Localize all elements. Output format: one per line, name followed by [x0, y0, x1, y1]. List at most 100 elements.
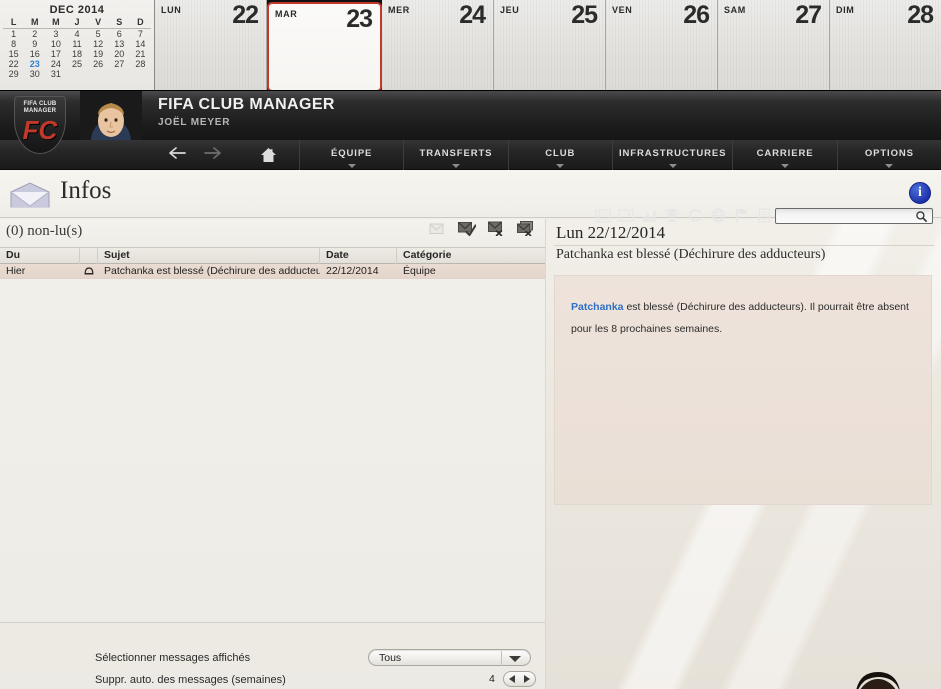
day-column-mer[interactable]: MER 24: [382, 0, 494, 90]
calendar-day-16[interactable]: 16: [24, 49, 45, 59]
dropdown-divider: [501, 651, 502, 666]
mark-read-icon[interactable]: [458, 221, 477, 241]
calendar-day-13[interactable]: 13: [109, 39, 130, 49]
info-button[interactable]: i: [909, 182, 931, 204]
nav-item-label: INFRASTRUCTURES: [618, 147, 727, 159]
back-arrow-icon[interactable]: [168, 146, 188, 165]
nav-item-options[interactable]: OPTIONS: [836, 140, 941, 170]
envelope-icon: [8, 180, 52, 215]
autodelete-stepper[interactable]: [503, 671, 536, 687]
column-header-flag[interactable]: [80, 247, 98, 264]
document-icon[interactable]: [755, 207, 773, 224]
nav-item-quipe[interactable]: ÉQUIPE: [299, 140, 403, 170]
calendar-day-20[interactable]: 20: [109, 49, 130, 59]
trophy-icon[interactable]: [663, 207, 681, 224]
logo-text: FIFA CLUB MANAGER: [23, 101, 57, 114]
calendar-day-18[interactable]: 18: [66, 49, 87, 59]
column-header-category[interactable]: Catégorie: [397, 247, 545, 264]
main-navigation: ÉQUIPE TRANSFERTS CLUB INFRASTRUCTURES CARRI…: [0, 140, 941, 170]
delete-all-messages-icon[interactable]: [517, 221, 535, 241]
day-column-lun[interactable]: LUN 22: [155, 0, 267, 90]
chevron-down-icon: [781, 164, 790, 168]
calendar-weekday-5: S: [108, 17, 130, 29]
mark-unread-icon[interactable]: [429, 222, 446, 241]
search-box[interactable]: [775, 208, 933, 227]
chevron-down-icon: [451, 164, 460, 168]
arrow-left-icon[interactable]: [508, 675, 515, 683]
unread-count-label: (0) non-lu(s): [6, 223, 83, 239]
calendar-day-28[interactable]: 28: [130, 59, 151, 69]
nav-item-club[interactable]: CLUB: [507, 140, 612, 170]
calendar-day-30[interactable]: 30: [24, 69, 45, 79]
column-header-from[interactable]: Du: [0, 247, 80, 264]
calendar-day-22[interactable]: 22: [3, 59, 24, 69]
messages-table-header: Du Sujet Date Catégorie: [0, 247, 545, 264]
bar-chart-icon[interactable]: [640, 207, 658, 224]
calendar-day-6[interactable]: 6: [109, 29, 130, 40]
calendar-day-8[interactable]: 8: [3, 39, 24, 49]
nav-item-infrastructures[interactable]: INFRASTRUCTURES: [611, 140, 732, 170]
page-body: Infos i (0) non-lu(s) Du Sujet Date Caté…: [0, 170, 941, 689]
messages-panel: (0) non-lu(s) Du Sujet Date Catégorie Hi…: [0, 219, 545, 689]
calendar-day-15[interactable]: 15: [3, 49, 24, 59]
panel-divider: [0, 622, 545, 623]
calendar-day-7[interactable]: 7: [130, 29, 151, 40]
day-column-dim[interactable]: DIM 28: [830, 0, 941, 90]
calendar-day-26[interactable]: 26: [88, 59, 109, 69]
nav-item-transferts[interactable]: TRANSFERTS: [403, 140, 507, 170]
calendar-day-3[interactable]: 3: [45, 29, 66, 40]
calendar-day-empty: [130, 69, 151, 79]
calendar-weekday-2: M: [45, 17, 67, 29]
calendar-day-27[interactable]: 27: [109, 59, 130, 69]
globe-icon[interactable]: [709, 207, 727, 224]
calendar-day-25[interactable]: 25: [66, 59, 87, 69]
flag-icon[interactable]: [732, 207, 750, 224]
day-column-jeu[interactable]: JEU 25: [494, 0, 606, 90]
column-header-date[interactable]: Date: [320, 247, 397, 264]
news-table-icon[interactable]: [594, 207, 612, 224]
calendar-weekday-header: LMMJVSD: [3, 17, 151, 29]
calendar-day-2[interactable]: 2: [24, 29, 45, 40]
mini-calendar[interactable]: DEC 2014 LMMJVSD 1 2 3 4 5 6 7 8 9 10 11 12 13 14 15 16…: [0, 0, 155, 90]
manager-name: JOËL MEYER: [158, 117, 231, 128]
game-title: FIFA CLUB MANAGER: [158, 96, 335, 113]
day-number-label: 28: [907, 1, 934, 29]
calendar-day-5[interactable]: 5: [88, 29, 109, 40]
calendar-day-23[interactable]: 23: [24, 59, 45, 69]
screen-icon[interactable]: [617, 207, 635, 224]
day-column-ven[interactable]: VEN 26: [606, 0, 718, 90]
forward-arrow-icon[interactable]: [202, 146, 222, 165]
delete-message-icon[interactable]: [488, 221, 505, 241]
row-from: Hier: [6, 264, 26, 277]
column-header-subject[interactable]: Sujet: [98, 247, 320, 264]
calendar-day-11[interactable]: 11: [66, 39, 87, 49]
calendar-days-body[interactable]: 1 2 3 4 5 6 7 8 9 10 11 12 13 14 15 16 17 18 19 20 21 22 23 24 2…: [3, 29, 151, 79]
circular-arrow-icon[interactable]: [686, 207, 704, 224]
player-link[interactable]: Patchanka: [571, 301, 624, 313]
search-icon: [915, 210, 928, 228]
calendar-day-9[interactable]: 9: [24, 39, 45, 49]
arrow-right-icon[interactable]: [524, 675, 531, 683]
calendar-day-17[interactable]: 17: [45, 49, 66, 59]
calendar-day-21[interactable]: 21: [130, 49, 151, 59]
calendar-day-31[interactable]: 31: [45, 69, 66, 79]
calendar-day-10[interactable]: 10: [45, 39, 66, 49]
header-toolbar: [594, 207, 773, 224]
calendar-day-12[interactable]: 12: [88, 39, 109, 49]
table-row[interactable]: Hier Patchanka est blessé (Déchirure des …: [0, 264, 545, 279]
calendar-day-14[interactable]: 14: [130, 39, 151, 49]
player-card[interactable]: Patchanka AC; 47; 25 ★★★★★: [821, 664, 936, 689]
home-icon[interactable]: [238, 140, 299, 170]
day-column-sam[interactable]: SAM 27: [718, 0, 830, 90]
day-column-mar[interactable]: MAR 23: [267, 2, 382, 92]
chevron-down-icon: [556, 164, 565, 168]
calendar-day-1[interactable]: 1: [3, 29, 24, 40]
search-input[interactable]: [776, 212, 910, 227]
calendar-day-4[interactable]: 4: [66, 29, 87, 40]
messages-table-body: Hier Patchanka est blessé (Déchirure des …: [0, 264, 545, 279]
message-filter-dropdown[interactable]: Tous: [368, 649, 531, 666]
nav-item-carriere[interactable]: CARRIERE: [732, 140, 836, 170]
calendar-day-24[interactable]: 24: [45, 59, 66, 69]
calendar-day-19[interactable]: 19: [88, 49, 109, 59]
calendar-day-29[interactable]: 29: [3, 69, 24, 79]
